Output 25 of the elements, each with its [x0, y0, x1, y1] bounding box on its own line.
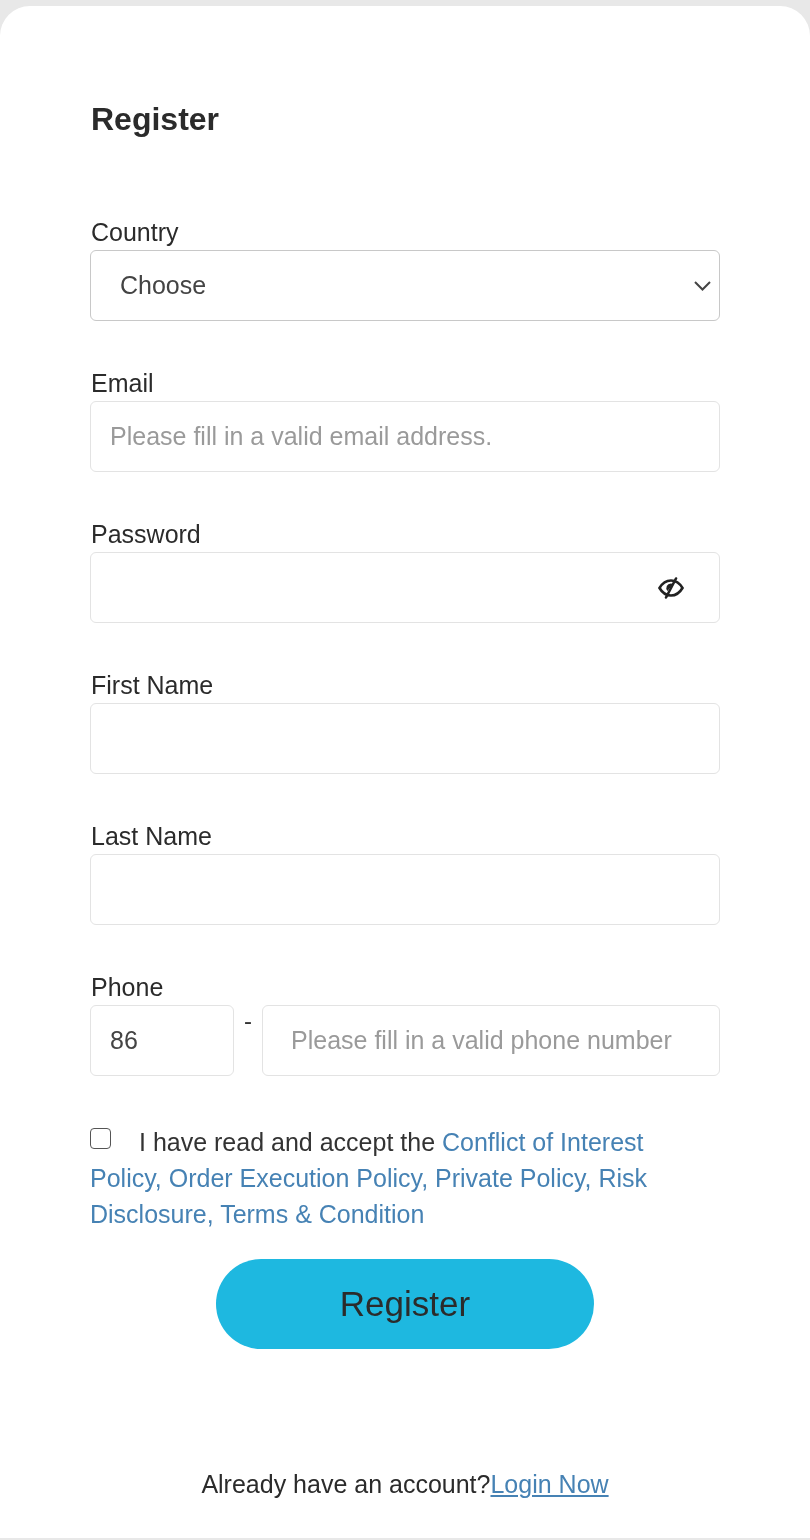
country-select[interactable]: Choose: [90, 250, 720, 321]
input-field[interactable]: [90, 854, 720, 925]
field-label: Email: [91, 369, 154, 397]
login-link[interactable]: Login Now: [490, 1469, 609, 1499]
phone-separator: -: [244, 1009, 252, 1033]
field-label: Password: [91, 520, 201, 548]
footer-text: Already have an account?: [201, 1469, 491, 1499]
register-button[interactable]: Register: [216, 1259, 594, 1349]
input-field[interactable]: Please fill in a valid email address.: [90, 401, 720, 472]
page-title: Register: [91, 100, 220, 138]
policy-link[interactable]: Conflict of Interest: [442, 1128, 644, 1156]
agreement-text: I have read and accept the: [139, 1128, 436, 1156]
phone-number-field[interactable]: Please fill in a valid phone number: [262, 1005, 720, 1076]
policy-link[interactable]: Disclosure, Terms & Condition: [90, 1200, 425, 1228]
phone-code-field[interactable]: 86: [90, 1005, 234, 1076]
field-label: Last Name: [91, 822, 212, 850]
policy-link[interactable]: Policy, Order Execution Policy, Private Policy, Risk: [90, 1164, 648, 1192]
field-label: Phone: [91, 973, 164, 1001]
eye-slash-icon[interactable]: [658, 576, 684, 599]
password-field[interactable]: [90, 552, 720, 623]
chevron-down-icon: [694, 280, 711, 291]
field-label: Country: [91, 218, 179, 246]
agree-checkbox[interactable]: [90, 1128, 111, 1149]
input-field[interactable]: [90, 703, 720, 774]
field-label: First Name: [91, 671, 214, 699]
